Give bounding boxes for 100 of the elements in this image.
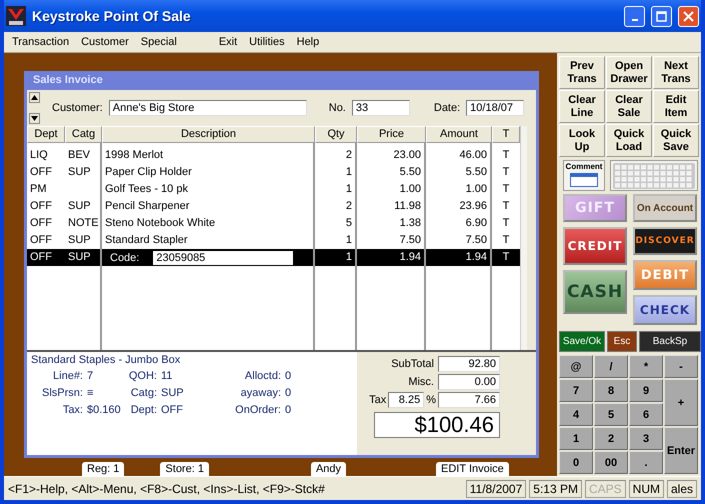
table-cell[interactable]: T xyxy=(492,198,520,215)
action-button[interactable]: Quick Load xyxy=(606,124,652,157)
keypad-key[interactable]: 7 xyxy=(559,379,593,402)
table-cell[interactable]: 7.50 xyxy=(426,232,490,249)
table-cell[interactable]: 46.00 xyxy=(426,147,490,164)
table-cell[interactable]: 1 xyxy=(315,181,355,198)
menu-item[interactable]: Special xyxy=(140,36,177,48)
action-button[interactable]: Quick Save xyxy=(653,124,699,157)
table-cell[interactable]: 5.50 xyxy=(426,164,490,181)
table-cell[interactable]: 1 xyxy=(315,164,355,181)
table-cell[interactable]: PM xyxy=(27,181,65,198)
menu-item[interactable]: Utilities xyxy=(249,36,285,48)
payment-button[interactable]: CHECK xyxy=(633,295,697,325)
action-button[interactable]: Look Up xyxy=(559,124,605,157)
table-cell[interactable]: 11.98 xyxy=(357,198,424,215)
table-cell[interactable]: LIQ xyxy=(27,147,65,164)
action-button[interactable]: Clear Sale xyxy=(606,90,652,123)
table-cell[interactable]: 2 xyxy=(315,147,355,164)
keypad-key[interactable]: 00 xyxy=(594,451,628,474)
scrollbar[interactable] xyxy=(520,126,527,350)
table-cell[interactable]: 2 xyxy=(315,198,355,215)
table-cell[interactable]: 23.00 xyxy=(357,147,424,164)
customer-field[interactable]: Anne's Big Store xyxy=(108,100,307,116)
payment-button[interactable]: CASH xyxy=(563,270,627,314)
table-cell[interactable]: T xyxy=(492,147,520,164)
tax-rate-field[interactable]: 8.25 xyxy=(388,392,424,408)
payment-button[interactable]: DISCOVER xyxy=(633,227,697,255)
menu-item[interactable]: Exit xyxy=(218,36,238,48)
table-cell[interactable]: Standard Stapler xyxy=(102,232,313,249)
table-cell[interactable]: NOTE xyxy=(65,215,100,232)
keypad-key[interactable]: * xyxy=(629,355,663,378)
menu-item[interactable]: Transaction xyxy=(12,36,70,48)
control-button[interactable]: BackSp xyxy=(639,331,701,352)
control-button[interactable]: Esc xyxy=(607,331,637,352)
table-cell[interactable]: OFF xyxy=(27,215,65,232)
menu-item[interactable]: Help xyxy=(296,36,320,48)
keypad-key[interactable]: 8 xyxy=(594,379,628,402)
keypad-key[interactable]: - xyxy=(664,355,698,378)
table-cell[interactable]: T xyxy=(492,215,520,232)
minimize-button[interactable] xyxy=(624,6,645,26)
table-cell[interactable]: SUP xyxy=(65,249,100,266)
comment-button[interactable]: Comment xyxy=(563,160,605,191)
keypad-key[interactable]: 6 xyxy=(629,403,663,426)
keypad-key[interactable]: 5 xyxy=(594,403,628,426)
table-cell[interactable]: 1.38 xyxy=(357,215,424,232)
keypad-key[interactable]: Enter xyxy=(664,427,698,474)
keypad-key[interactable]: 4 xyxy=(559,403,593,426)
table-cell[interactable]: 5 xyxy=(315,215,355,232)
action-button[interactable]: Open Drawer xyxy=(606,56,652,89)
table-cell[interactable]: 1.00 xyxy=(426,181,490,198)
close-button[interactable] xyxy=(678,6,699,26)
action-button[interactable]: Prev Trans xyxy=(559,56,605,89)
table-cell[interactable]: 1 xyxy=(315,249,355,266)
table-cell[interactable]: T xyxy=(492,232,520,249)
action-button[interactable]: Edit Item xyxy=(653,90,699,123)
table-cell[interactable]: 5.50 xyxy=(357,164,424,181)
keypad-key[interactable]: / xyxy=(594,355,628,378)
table-cell[interactable]: 1.94 xyxy=(357,249,424,266)
control-button[interactable]: Save/Ok xyxy=(559,331,605,352)
table-cell[interactable]: SUP xyxy=(65,164,100,181)
table-cell[interactable]: 1.94 xyxy=(426,249,490,266)
table-cell[interactable]: T xyxy=(492,181,520,198)
keypad-key[interactable]: 2 xyxy=(594,427,628,450)
table-cell[interactable]: Golf Tees - 10 pk xyxy=(102,181,313,198)
keyboard-button[interactable] xyxy=(610,160,698,191)
table-cell[interactable]: OFF xyxy=(27,249,65,266)
table-cell[interactable]: Paper Clip Holder xyxy=(102,164,313,181)
keypad-key[interactable]: 3 xyxy=(629,427,663,450)
table-cell[interactable]: Pencil Sharpener xyxy=(102,198,313,215)
scroll-up-button[interactable] xyxy=(29,92,40,103)
table-cell[interactable]: Steno Notebook White xyxy=(102,215,313,232)
payment-button[interactable]: On Account xyxy=(633,194,697,222)
table-cell[interactable]: T xyxy=(492,164,520,181)
maximize-button[interactable] xyxy=(651,6,672,26)
code-entry-row[interactable]: Code: 23059085 xyxy=(102,249,313,266)
keypad-key[interactable]: 1 xyxy=(559,427,593,450)
number-field[interactable]: 33 xyxy=(352,100,410,116)
action-button[interactable]: Clear Line xyxy=(559,90,605,123)
table-cell[interactable]: OFF xyxy=(27,232,65,249)
table-cell[interactable]: BEV xyxy=(65,147,100,164)
table-cell[interactable]: OFF xyxy=(27,198,65,215)
table-cell[interactable]: 7.50 xyxy=(357,232,424,249)
table-cell[interactable]: SUP xyxy=(65,198,100,215)
table-cell[interactable]: 23.96 xyxy=(426,198,490,215)
table-cell[interactable]: 1.00 xyxy=(357,181,424,198)
date-field[interactable]: 10/18/07 xyxy=(466,100,524,116)
keypad-key[interactable]: 9 xyxy=(629,379,663,402)
payment-button[interactable]: CREDIT xyxy=(563,227,627,265)
menu-item[interactable]: Customer xyxy=(81,36,129,48)
misc-field[interactable]: 0.00 xyxy=(438,374,500,390)
table-cell[interactable]: OFF xyxy=(27,164,65,181)
table-cell[interactable]: 1 xyxy=(315,232,355,249)
keypad-key[interactable]: 0 xyxy=(559,451,593,474)
keypad-key[interactable]: . xyxy=(629,451,663,474)
table-cell[interactable]: 6.90 xyxy=(426,215,490,232)
keypad-key[interactable]: @ xyxy=(559,355,593,378)
table-cell[interactable]: T xyxy=(492,249,520,266)
scroll-down-button[interactable] xyxy=(29,113,40,124)
action-button[interactable]: Next Trans xyxy=(653,56,699,89)
table-cell[interactable]: SUP xyxy=(65,232,100,249)
